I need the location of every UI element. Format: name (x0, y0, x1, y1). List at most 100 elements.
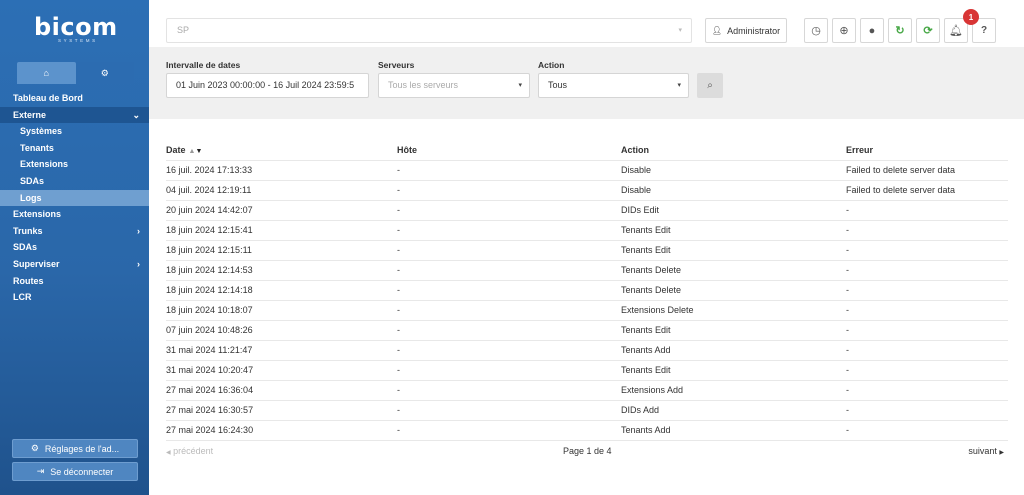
cell-host: - (397, 405, 400, 415)
cell-action: Tenants Edit (621, 365, 671, 375)
cell-action: Tenants Edit (621, 225, 671, 235)
logout-button[interactable]: ⇥ Se déconnecter (12, 462, 138, 481)
support-button[interactable]: ⊕ (832, 18, 856, 43)
sidebar-item-superviser[interactable]: Superviser › (0, 256, 149, 273)
action-select[interactable]: Tous ▾ (538, 73, 689, 98)
sidebar-tabs: ⌂ ⚙ (17, 62, 134, 84)
filter-panel: Intervalle de dates 01 Juin 2023 00:00:0… (149, 47, 1024, 119)
cell-error: - (846, 405, 849, 415)
cell-date: 04 juil. 2024 12:19:11 (166, 185, 252, 195)
sidebar-item-label: LCR (13, 292, 32, 303)
sidebar-item-trunks[interactable]: Trunks › (0, 223, 149, 240)
date-range-input[interactable]: 01 Juin 2023 00:00:00 - 16 Juil 2024 23:… (166, 73, 369, 98)
table-row[interactable]: 20 juin 2024 14:42:07 - DIDs Edit - (166, 201, 1008, 221)
cell-date: 07 juin 2024 10:48:26 (166, 325, 253, 335)
sidebar-item-externe[interactable]: Externe ⌄ (0, 106, 149, 124)
sidebar-item-routes[interactable]: Routes (0, 273, 149, 290)
cell-action: Tenants Add (621, 345, 671, 355)
cell-error: - (846, 265, 849, 275)
sidebar-item-sdas-sub[interactable]: SDAs (0, 173, 149, 190)
column-header-date[interactable]: Date ▲▼ (166, 141, 202, 161)
table-row[interactable]: 27 mai 2024 16:30:57 - DIDs Add - (166, 401, 1008, 421)
cell-error: Failed to delete server data (846, 165, 956, 175)
logout-label: Se déconnecter (50, 466, 114, 477)
sidebar-item-label: Externe (13, 109, 47, 120)
sidebar-nav: Tableau de Bord Externe ⌄ Systèmes Tenant… (0, 90, 149, 306)
next-label: suivant (968, 446, 997, 456)
cell-action: Extensions Add (621, 385, 684, 395)
cell-error: - (846, 325, 849, 335)
table-row[interactable]: 18 juin 2024 12:15:41 - Tenants Edit - (166, 221, 1008, 241)
globe-icon: ● (868, 24, 876, 37)
sidebar-item-label: Systèmes (20, 126, 63, 137)
sidebar-item-label: SDAs (13, 242, 38, 253)
cell-error: - (846, 245, 849, 255)
sidebar-item-logs[interactable]: Logs (0, 189, 149, 207)
column-header-label: Date (166, 145, 186, 155)
action-select-value: Tous (548, 80, 568, 90)
cell-error: - (846, 385, 849, 395)
bicom-logo[interactable]: bicom SYSTEMS (34, 14, 120, 46)
table-row[interactable]: 18 juin 2024 12:15:11 - Tenants Edit - (166, 241, 1008, 261)
sync-button[interactable]: ⟳ (916, 18, 940, 43)
reload-button[interactable]: ↻ (888, 18, 912, 43)
cell-action: Tenants Edit (621, 325, 671, 335)
servers-select[interactable]: Tous les serveurs ▾ (378, 73, 530, 98)
logo-text: bicom (34, 13, 118, 41)
sidebar: bicom SYSTEMS ⌂ ⚙ Tableau de Bord Extern… (0, 0, 149, 495)
sidebar-item-tenants[interactable]: Tenants (0, 140, 149, 157)
admin-settings-label: Réglages de l'ad... (44, 443, 120, 454)
cell-date: 18 juin 2024 12:14:18 (166, 285, 253, 295)
lifebuoy-icon: ⊕ (839, 25, 849, 37)
cell-error: - (846, 285, 849, 295)
tenant-select[interactable]: SP ▾ (166, 18, 692, 43)
sidebar-item-lcr[interactable]: LCR (0, 289, 149, 306)
gears-icon: ⚙ (100, 67, 109, 78)
table-row[interactable]: 27 mai 2024 16:36:04 - Extensions Add - (166, 381, 1008, 401)
table-row[interactable]: 16 juil. 2024 17:13:33 - Disable Failed to … (166, 161, 1008, 181)
servers-select-placeholder: Tous les serveurs (388, 80, 459, 90)
cell-action: Tenants Edit (621, 245, 671, 255)
home-icon: ⌂ (43, 68, 49, 78)
admin-button[interactable]: 👤︎ Administrator (705, 18, 787, 43)
column-header-action[interactable]: Action (621, 141, 649, 161)
table-row[interactable]: 18 juin 2024 12:14:18 - Tenants Delete - (166, 281, 1008, 301)
table-row[interactable]: 31 mai 2024 11:21:47 - Tenants Add - (166, 341, 1008, 361)
help-icon: ? (980, 25, 988, 36)
chevron-right-icon: ▶ (999, 450, 1004, 456)
search-button[interactable]: ⌕ (697, 73, 723, 98)
table-row[interactable]: 04 juil. 2024 12:19:11 - Disable Failed to … (166, 181, 1008, 201)
tab-home[interactable]: ⌂ (17, 62, 76, 84)
next-page-button[interactable]: suivant ▶ (968, 446, 1004, 456)
cell-error: - (846, 205, 849, 215)
sidebar-item-dashboard[interactable]: Tableau de Bord (0, 90, 149, 107)
chevron-right-icon: › (137, 225, 140, 236)
cell-action: DIDs Add (621, 405, 660, 415)
chevron-left-icon: ◀ (166, 450, 171, 456)
previous-page-button[interactable]: ◀ précédent (166, 446, 213, 456)
table-row[interactable]: 07 juin 2024 10:48:26 - Tenants Edit - (166, 321, 1008, 341)
sidebar-item-systemes[interactable]: Systèmes (0, 123, 149, 140)
clock-button[interactable]: ◷ (804, 18, 828, 43)
globe-button[interactable]: ● (860, 18, 884, 43)
cell-date: 27 mai 2024 16:30:57 (166, 405, 254, 415)
sidebar-item-extensions[interactable]: Extensions (0, 206, 149, 223)
column-header-host[interactable]: Hôte (397, 141, 417, 161)
table-row[interactable]: 27 mai 2024 16:24:30 - Tenants Add - (166, 421, 1008, 441)
sidebar-item-extensions-sub[interactable]: Extensions (0, 156, 149, 173)
sidebar-item-label: Superviser (13, 258, 60, 269)
cell-date: 31 mai 2024 11:21:47 (166, 345, 253, 355)
admin-settings-button[interactable]: ⚙ Réglages de l'ad... (12, 439, 138, 458)
column-header-error[interactable]: Erreur (846, 141, 873, 161)
table-row[interactable]: 18 juin 2024 10:18:07 - Extensions Delete - (166, 301, 1008, 321)
cell-date: 18 juin 2024 12:15:11 (166, 245, 252, 255)
sidebar-item-sdas[interactable]: SDAs (0, 239, 149, 256)
cell-error: Failed to delete server data (846, 185, 956, 195)
cell-host: - (397, 205, 400, 215)
tab-settings[interactable]: ⚙ (75, 62, 134, 84)
pagination: ◀ précédent Page 1 de 4 suivant ▶ (166, 444, 1008, 460)
table-row[interactable]: 31 mai 2024 10:20:47 - Tenants Edit - (166, 361, 1008, 381)
previous-label: précédent (173, 446, 214, 456)
table-row[interactable]: 18 juin 2024 12:14:53 - Tenants Delete - (166, 261, 1008, 281)
bell-icon: 🔔︎ (949, 25, 963, 37)
